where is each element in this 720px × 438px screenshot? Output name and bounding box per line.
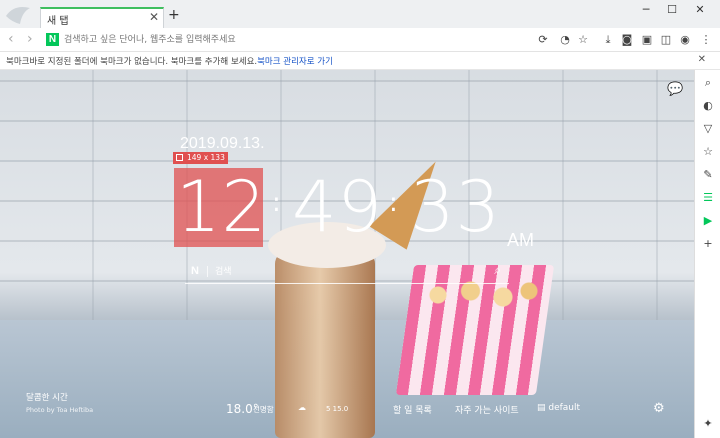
download-icon[interactable]: ⤓ <box>601 33 615 47</box>
weather-icon: ☁ <box>298 403 306 412</box>
tab-title: 새 탭 <box>47 16 69 27</box>
clock-second: 33 <box>410 166 502 248</box>
close-window-button[interactable]: ✕ <box>690 3 710 16</box>
reload-icon[interactable]: ⟳ <box>536 33 550 47</box>
minimize-button[interactable]: ─ <box>636 3 656 16</box>
naver-logo-icon: N <box>191 265 199 277</box>
address-input[interactable] <box>64 31 524 49</box>
split-view-icon[interactable]: ◫ <box>659 33 673 47</box>
back-button[interactable]: ‹ <box>8 31 14 47</box>
photo-credit[interactable]: Photo by Toa Heftiba <box>26 406 93 414</box>
clock-ampm: AM <box>507 230 534 250</box>
weather-description: 선명함 <box>253 405 274 414</box>
pin-icon[interactable]: ✦ <box>699 415 717 433</box>
clock-hour: 12 <box>176 166 268 248</box>
tab-close-icon[interactable]: ✕ <box>149 10 159 24</box>
bookmark-bar-close-icon[interactable]: ✕ <box>698 54 706 65</box>
title-bar: 새 탭 ✕ + ─ ☐ ✕ <box>0 0 720 28</box>
maximize-button[interactable]: ☐ <box>662 3 682 16</box>
bookmark-bar-message: 북마크바로 지정된 폴더에 북마크가 없습니다. 북마크를 추가해 보세요. <box>6 57 258 67</box>
gear-icon[interactable]: ⚙ <box>653 401 665 416</box>
add-icon[interactable]: + <box>699 235 717 253</box>
clock-date: 2019.09.13. <box>180 135 265 152</box>
clock-minute: 49 <box>292 166 384 248</box>
shield-icon[interactable]: ◔ <box>558 33 572 47</box>
bookmark-star-icon[interactable]: ☆ <box>576 33 590 47</box>
star-icon[interactable]: ☆ <box>699 143 717 161</box>
clock-colon: : <box>389 188 398 218</box>
forward-button[interactable]: › <box>27 31 33 47</box>
right-sidebar: ⌕ ◐ ▽ ☆ ✎ ☰ ▶ + ✦ <box>694 70 720 438</box>
search-icon[interactable]: ⌕ <box>494 263 501 278</box>
vivaldi-icon[interactable]: ▽ <box>699 120 717 138</box>
clock-colon: : <box>272 188 281 218</box>
bookmark-bar: 북마크바로 지정된 폴더에 북마크가 없습니다. 북마크를 추가해 보세요.북마… <box>0 52 720 70</box>
reader-icon[interactable]: ▣ <box>640 33 654 47</box>
frequent-sites-link[interactable]: 자주 가는 사이트 <box>455 403 519 416</box>
browser-window: 새 탭 ✕ + ─ ☐ ✕ ‹ › N ⟳ ◔ ☆ ⤓ ◙ ▣ ◫ ◉ ⋮ 북마… <box>0 0 720 438</box>
list-icon[interactable]: ☰ <box>699 189 717 207</box>
theme-icon: ▤ <box>537 403 549 413</box>
dust-value: 5 15.0 <box>326 405 349 413</box>
sidebar-search-icon[interactable]: ⌕ <box>699 74 717 92</box>
search-input[interactable] <box>215 263 475 280</box>
search-box: N ⌕ <box>185 260 509 284</box>
selection-size-label: 149 x 133 <box>173 152 228 164</box>
theme-default-link[interactable]: ▤ default <box>537 403 580 413</box>
profile-icon[interactable]: ◉ <box>678 33 692 47</box>
capture-icon[interactable]: ◙ <box>620 33 634 47</box>
address-bar: ‹ › N ⟳ ◔ ☆ ⤓ ◙ ▣ ◫ ◉ ⋮ <box>0 28 720 52</box>
chat-icon[interactable]: 💬 <box>667 82 683 97</box>
selection-icon <box>176 154 183 161</box>
whale-icon[interactable]: ◐ <box>699 97 717 115</box>
new-tab-page: 💬 2019.09.13. 149 x 133 12 : 49 : 33 AM … <box>0 70 694 438</box>
new-tab-button[interactable]: + <box>168 7 180 23</box>
menu-icon[interactable]: ⋮ <box>699 33 713 47</box>
play-icon[interactable]: ▶ <box>699 212 717 230</box>
note-icon[interactable]: ✎ <box>699 166 717 184</box>
search-divider <box>207 266 208 277</box>
site-badge-icon: N <box>46 33 59 46</box>
bookmark-manager-link[interactable]: 북마크 관리자로 가기 <box>257 57 333 67</box>
wallpaper-title: 달콤한 시간 <box>26 393 68 403</box>
browser-logo-icon <box>6 7 30 24</box>
tab-new[interactable]: 새 탭 ✕ <box>40 7 164 28</box>
todo-list-link[interactable]: 할 일 목록 <box>393 403 432 416</box>
